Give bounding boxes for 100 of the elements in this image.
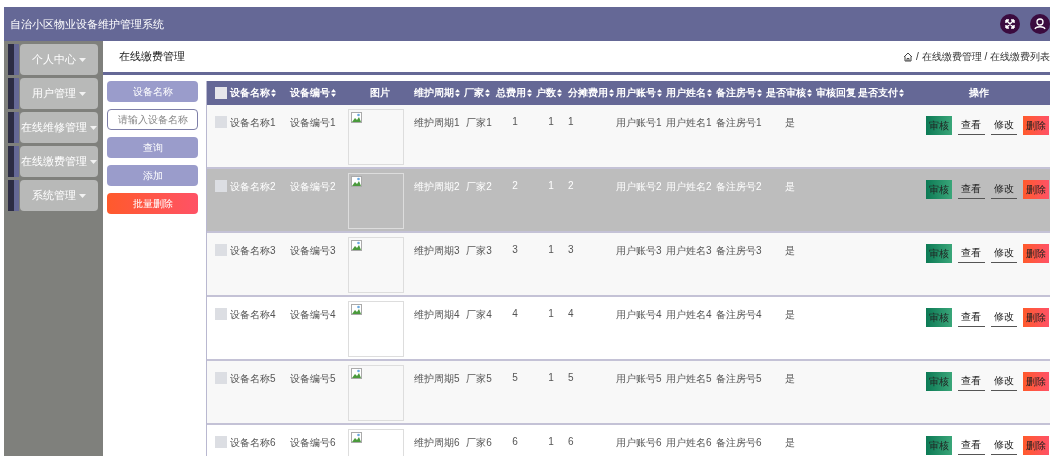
table-cell: 维护周期4 bbox=[414, 309, 460, 320]
table-cell: 设备编号3 bbox=[290, 245, 336, 256]
table-cell: 厂家3 bbox=[466, 245, 492, 256]
sort-icon[interactable] bbox=[707, 89, 712, 97]
caret-icon bbox=[90, 125, 97, 130]
row-checkbox[interactable] bbox=[215, 116, 227, 128]
table-cell: 1 bbox=[512, 116, 518, 127]
table-cell: 备注房号5 bbox=[716, 373, 762, 384]
broken-image-icon bbox=[351, 240, 362, 251]
text-button[interactable]: 修改 bbox=[990, 308, 1017, 327]
row-checkbox[interactable] bbox=[215, 244, 227, 256]
table-cell: 备注房号3 bbox=[716, 245, 762, 256]
table-cell: 维护周期6 bbox=[414, 437, 460, 448]
text-button[interactable]: 修改 bbox=[990, 372, 1017, 391]
column-header: 操作 bbox=[968, 86, 989, 100]
text-button[interactable]: 查看 bbox=[958, 180, 985, 199]
text-button[interactable]: 查看 bbox=[958, 308, 985, 327]
sort-icon[interactable] bbox=[807, 89, 812, 97]
user-icon[interactable] bbox=[1030, 14, 1050, 34]
select-all-checkbox[interactable] bbox=[215, 87, 227, 99]
approve-button[interactable]: 审核 bbox=[926, 180, 953, 199]
search-field[interactable]: 请输入设备名称 bbox=[107, 109, 198, 130]
table-cell: 维护周期3 bbox=[414, 245, 460, 256]
row-checkbox[interactable] bbox=[215, 372, 227, 384]
table-cell: 厂家4 bbox=[466, 309, 492, 320]
sort-icon[interactable] bbox=[757, 89, 762, 97]
sort-icon[interactable] bbox=[527, 89, 532, 97]
table-cell: 用户姓名3 bbox=[666, 245, 712, 256]
approve-button[interactable]: 审核 bbox=[926, 372, 953, 391]
delete-button[interactable]: 删除 bbox=[1022, 180, 1049, 199]
table-cell: 1 bbox=[548, 180, 554, 191]
sort-icon[interactable] bbox=[657, 89, 662, 97]
sort-icon[interactable] bbox=[455, 89, 460, 97]
sort-icon[interactable] bbox=[485, 89, 490, 97]
table-cell: 1 bbox=[548, 116, 554, 127]
broken-image-icon bbox=[351, 176, 362, 187]
sort-icon[interactable] bbox=[557, 89, 562, 97]
table-cell: 维护周期1 bbox=[414, 117, 460, 128]
delete-button[interactable]: 删除 bbox=[1022, 244, 1049, 263]
caret-icon bbox=[79, 57, 86, 62]
table-cell: 设备名称6 bbox=[230, 437, 276, 448]
table-cell: 1 bbox=[548, 372, 554, 383]
caret-icon bbox=[90, 159, 97, 164]
text-button[interactable]: 查看 bbox=[958, 372, 985, 391]
table-cell: 备注房号1 bbox=[716, 117, 762, 128]
table-cell: 5 bbox=[512, 372, 518, 383]
home-icon[interactable] bbox=[903, 51, 914, 62]
delete-button[interactable]: 删除 bbox=[1022, 436, 1049, 455]
table-cell: 6 bbox=[512, 436, 518, 447]
delete-button[interactable]: 删除 bbox=[1022, 372, 1049, 391]
table-cell: 厂家1 bbox=[466, 117, 492, 128]
approve-button[interactable]: 审核 bbox=[926, 116, 953, 135]
table-cell: 设备名称1 bbox=[230, 117, 276, 128]
item-accent-bar bbox=[8, 78, 19, 109]
text-button[interactable]: 修改 bbox=[990, 116, 1017, 135]
delete-button[interactable]: 删除 bbox=[1022, 116, 1049, 135]
sort-icon[interactable] bbox=[331, 89, 336, 97]
table-cell: 设备名称4 bbox=[230, 309, 276, 320]
column-header: 图片 bbox=[370, 86, 390, 100]
approve-button[interactable]: 审核 bbox=[926, 308, 953, 327]
table-cell: 设备名称2 bbox=[230, 181, 276, 192]
table-cell: 2 bbox=[568, 180, 574, 191]
caret-icon bbox=[79, 193, 86, 198]
table-cell: 1 bbox=[548, 436, 554, 447]
table-cell: 设备名称5 bbox=[230, 373, 276, 384]
row-checkbox[interactable] bbox=[215, 436, 227, 448]
approve-button[interactable]: 审核 bbox=[926, 244, 953, 263]
item-accent-bar bbox=[8, 112, 19, 143]
broken-image-icon bbox=[351, 304, 362, 315]
table-cell: 2 bbox=[512, 180, 518, 191]
text-button[interactable]: 修改 bbox=[990, 436, 1017, 455]
table-cell: 备注房号6 bbox=[716, 437, 762, 448]
text-button[interactable]: 查看 bbox=[958, 436, 985, 455]
table-cell: 厂家5 bbox=[466, 373, 492, 384]
table-cell: 是 bbox=[785, 181, 795, 192]
row-checkbox[interactable] bbox=[215, 180, 227, 192]
delete-button[interactable]: 删除 bbox=[1022, 308, 1049, 327]
table-cell: 5 bbox=[568, 372, 574, 383]
text-button[interactable]: 查看 bbox=[958, 116, 985, 135]
text-button[interactable]: 查看 bbox=[958, 244, 985, 263]
table-cell: 是 bbox=[785, 309, 795, 320]
item-accent-bar bbox=[8, 146, 19, 177]
table-cell: 用户姓名4 bbox=[666, 309, 712, 320]
approve-button[interactable]: 审核 bbox=[926, 436, 953, 455]
table-cell: 备注房号2 bbox=[716, 181, 762, 192]
text-button[interactable]: 修改 bbox=[990, 180, 1017, 199]
sort-icon[interactable] bbox=[271, 89, 276, 97]
table-cell: 用户姓名5 bbox=[666, 373, 712, 384]
row-checkbox[interactable] bbox=[215, 308, 227, 320]
app-title: 自治小区物业设备维护管理系统 bbox=[10, 16, 165, 32]
text-button[interactable]: 修改 bbox=[990, 244, 1017, 263]
table-cell: 1 bbox=[548, 308, 554, 319]
broken-image-icon bbox=[351, 368, 362, 379]
table-cell: 用户账号1 bbox=[616, 117, 662, 128]
sort-icon[interactable] bbox=[899, 89, 904, 97]
fullscreen-icon[interactable] bbox=[1000, 14, 1020, 34]
broken-image-icon bbox=[351, 432, 362, 443]
broken-image-icon bbox=[351, 112, 362, 123]
table-cell: 6 bbox=[568, 436, 574, 447]
batch-delete-button[interactable]: 批量删除 bbox=[107, 193, 198, 214]
